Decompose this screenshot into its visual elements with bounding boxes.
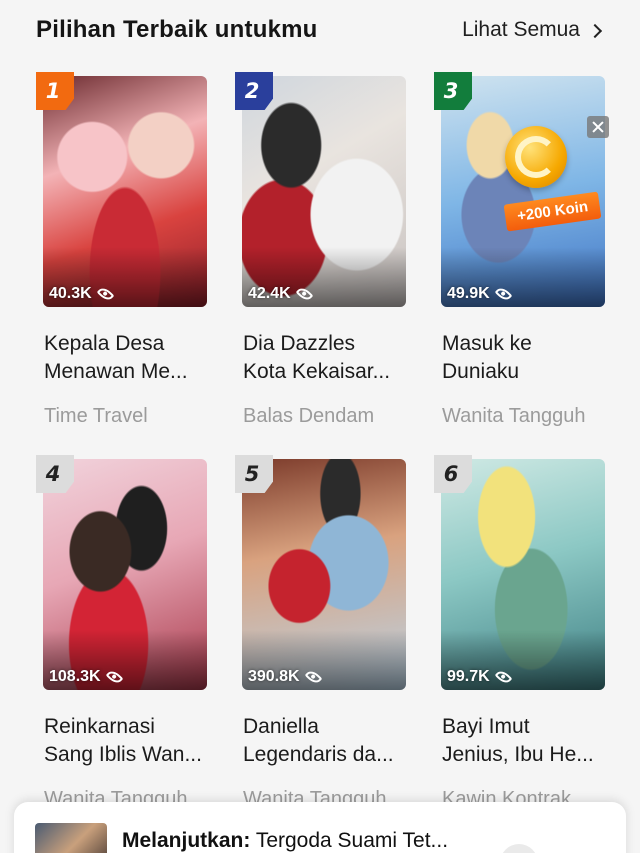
comic-card[interactable]: 49.9K 3 +200 Koin Masuk ke Duniaku Wanita… xyxy=(434,72,609,428)
chevron-right-icon xyxy=(587,23,603,38)
comic-title[interactable]: Masuk ke Duniaku xyxy=(442,330,602,386)
play-icon[interactable] xyxy=(500,844,538,853)
rank-badge: 1 xyxy=(36,72,74,110)
eye-icon xyxy=(105,668,123,686)
comic-cover[interactable]: 40.3K xyxy=(43,76,207,307)
view-count: 390.8K xyxy=(248,668,322,686)
eye-icon xyxy=(295,285,314,303)
comic-card[interactable]: 42.4K 2 Dia Dazzles Kota Kekaisar... Bala… xyxy=(235,72,408,428)
comic-card[interactable]: 108.3K 4 Reinkarnasi Sang Iblis Wan... Wa… xyxy=(36,455,209,811)
continue-title: Tergoda Suami Tet... xyxy=(255,829,449,852)
comic-cover[interactable]: 99.7K xyxy=(441,459,605,690)
eye-icon xyxy=(304,668,322,686)
view-count: 108.3K xyxy=(49,668,123,686)
comic-card[interactable]: 40.3K 1 Kepala Desa Menawan Me... Time Tr… xyxy=(36,72,209,428)
section-header: Pilihan Terbaik untukmu Lihat Semua xyxy=(0,0,640,64)
continue-reading-bar[interactable]: Melanjutkan: Tergoda Suami Tet... xyxy=(14,802,626,853)
comic-genre: Time Travel xyxy=(44,405,148,427)
eye-icon xyxy=(494,668,513,686)
comic-cover[interactable]: 49.9K xyxy=(441,76,605,307)
comic-genre: Balas Dendam xyxy=(243,405,375,427)
continue-label[interactable]: Melanjutkan: Tergoda Suami Tet... xyxy=(122,829,448,853)
see-all-label: Lihat Semua xyxy=(462,18,580,41)
eye-icon xyxy=(494,285,513,303)
view-count: 40.3K xyxy=(49,285,115,303)
comic-card[interactable]: 99.7K 6 Bayi Imut Jenius, Ibu He... Kawin… xyxy=(434,455,607,811)
comic-title[interactable]: Dia Dazzles Kota Kekaisar... xyxy=(243,330,403,386)
close-promo-icon[interactable] xyxy=(587,116,609,138)
continue-prefix: Melanjutkan: xyxy=(122,829,251,852)
rank-badge: 3 xyxy=(434,72,472,110)
section-title: Pilihan Terbaik untukmu xyxy=(36,16,318,43)
comic-genre: Wanita Tangguh xyxy=(442,405,586,427)
coin-icon[interactable] xyxy=(505,126,567,188)
comic-title[interactable]: Daniella Legendaris da... xyxy=(243,713,403,769)
comic-title[interactable]: Reinkarnasi Sang Iblis Wan... xyxy=(44,713,204,769)
rank-badge: 5 xyxy=(235,455,273,493)
rank-badge: 6 xyxy=(434,455,472,493)
rank-badge: 4 xyxy=(36,455,74,493)
comic-title[interactable]: Kepala Desa Menawan Me... xyxy=(44,330,204,386)
comic-card[interactable]: 390.8K 5 Daniella Legendaris da... Wanita… xyxy=(235,455,408,811)
comic-cover[interactable]: 108.3K xyxy=(43,459,207,690)
rank-badge: 2 xyxy=(235,72,273,110)
comic-cover[interactable]: 390.8K xyxy=(242,459,406,690)
comic-cover[interactable]: 42.4K xyxy=(242,76,406,307)
view-count: 49.9K xyxy=(447,285,513,303)
see-all-link[interactable]: Lihat Semua xyxy=(462,18,603,42)
eye-icon xyxy=(96,285,115,303)
comic-title[interactable]: Bayi Imut Jenius, Ibu He... xyxy=(442,713,602,769)
view-count: 99.7K xyxy=(447,668,513,686)
continue-thumbnail[interactable] xyxy=(35,823,107,853)
view-count: 42.4K xyxy=(248,285,314,303)
